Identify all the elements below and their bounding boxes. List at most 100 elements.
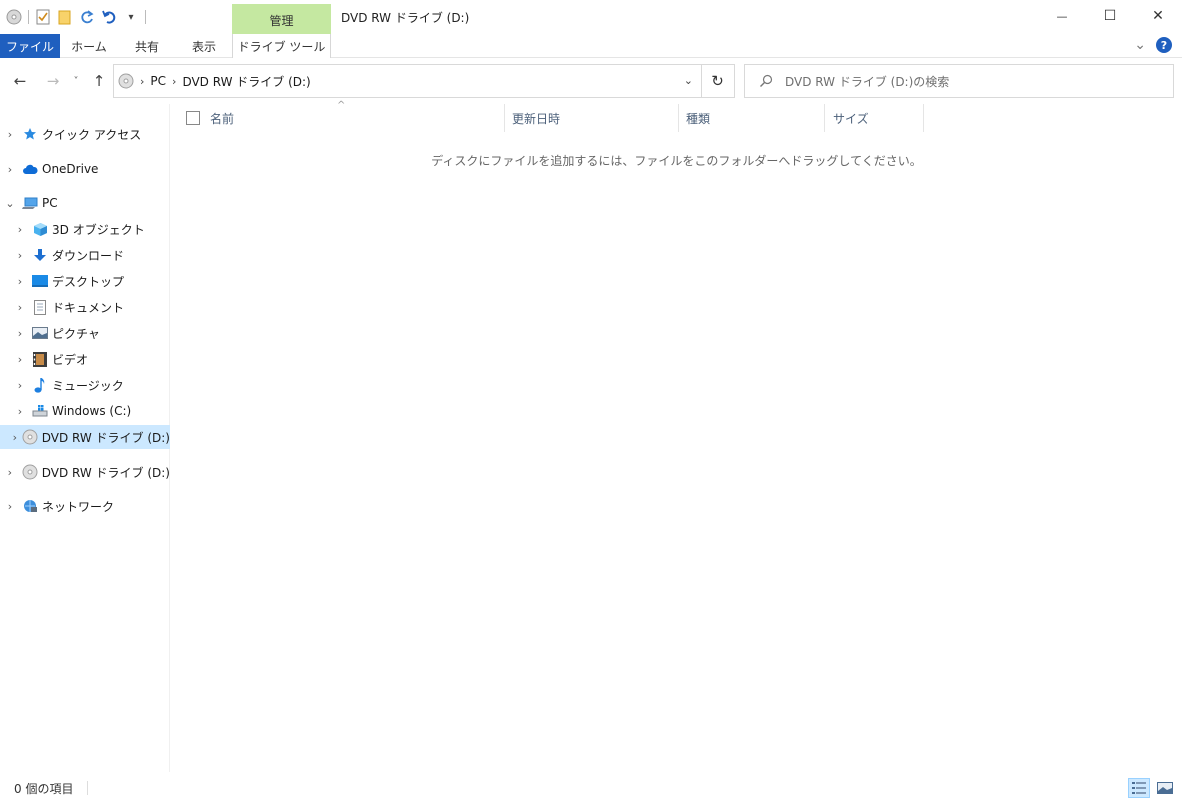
- column-label: 更新日時: [512, 111, 561, 126]
- tab-drive-tools[interactable]: ドライブ ツール: [232, 34, 331, 58]
- column-header-row: 名前 ^ 更新日時 種類 サイズ: [171, 100, 1182, 132]
- video-icon: [32, 351, 48, 367]
- minimize-button[interactable]: —: [1038, 0, 1086, 32]
- expand-chevron-icon[interactable]: ›: [12, 301, 28, 314]
- customize-toolbar-button[interactable]: ▾: [123, 9, 139, 25]
- expand-chevron-icon[interactable]: ›: [12, 275, 28, 288]
- dvd-drive-icon[interactable]: [6, 9, 22, 25]
- status-bar: 0 個の項目: [0, 776, 1182, 800]
- document-icon: [32, 299, 48, 315]
- close-button[interactable]: ✕: [1134, 0, 1182, 32]
- star-icon: [22, 126, 38, 142]
- column-header-name[interactable]: 名前 ^: [171, 100, 505, 132]
- breadcrumb-dvd-drive[interactable]: DVD RW ドライブ (D:): [182, 73, 310, 90]
- large-icons-view-button[interactable]: [1154, 778, 1176, 798]
- expand-chevron-icon[interactable]: ›: [12, 223, 28, 236]
- cube-icon: [32, 221, 48, 237]
- sidebar-item-label: ダウンロード: [52, 248, 125, 263]
- sidebar-item-quick-access[interactable]: › クイック アクセス: [0, 122, 170, 146]
- search-placeholder: DVD RW ドライブ (D:)の検索: [785, 74, 950, 89]
- sidebar-item-desktop[interactable]: › デスクトップ: [0, 269, 170, 293]
- expand-chevron-icon[interactable]: ›: [12, 353, 28, 366]
- sidebar-item-windows-c[interactable]: › Windows (C:): [0, 399, 170, 423]
- tab-file[interactable]: ファイル: [0, 34, 60, 58]
- properties-icon[interactable]: [35, 9, 51, 25]
- redo-icon[interactable]: [79, 9, 95, 25]
- expand-chevron-icon[interactable]: ›: [2, 466, 18, 479]
- status-divider: [87, 781, 89, 795]
- expand-ribbon-icon[interactable]: ⌄: [1134, 37, 1146, 53]
- sort-ascending-icon: ^: [337, 100, 346, 111]
- cloud-icon: [22, 161, 38, 177]
- sidebar-item-label: 3D オブジェクト: [52, 222, 145, 237]
- sidebar-item-onedrive[interactable]: › OneDrive: [0, 157, 170, 181]
- sidebar-item-pc[interactable]: ⌄ PC: [0, 191, 170, 215]
- tab-share[interactable]: 共有: [118, 34, 176, 58]
- sidebar-item-network[interactable]: › ネットワーク: [0, 494, 170, 518]
- sidebar-item-label: DVD RW ドライブ (D:): [41, 430, 170, 445]
- column-label: サイズ: [833, 111, 869, 126]
- breadcrumb-pc[interactable]: PC: [150, 74, 166, 88]
- search-box[interactable]: DVD RW ドライブ (D:)の検索: [744, 64, 1174, 98]
- expand-chevron-icon[interactable]: ›: [12, 379, 28, 392]
- context-tab-group-manage: 管理: [232, 4, 331, 34]
- expand-chevron-icon[interactable]: ›: [2, 500, 18, 513]
- empty-folder-message: ディスクにファイルを追加するには、ファイルをこのフォルダーへドラッグしてください…: [431, 154, 922, 168]
- sidebar-item-documents[interactable]: › ドキュメント: [0, 295, 170, 319]
- item-count: 0 個の項目: [14, 781, 74, 796]
- expand-chevron-icon[interactable]: ›: [12, 405, 28, 418]
- sidebar-item-3d-objects[interactable]: › 3D オブジェクト: [0, 217, 170, 241]
- undo-icon[interactable]: [101, 9, 117, 25]
- help-icon[interactable]: ?: [1156, 37, 1172, 53]
- breadcrumb-chevron-icon[interactable]: ›: [140, 75, 144, 88]
- desktop-icon: [32, 273, 48, 289]
- expand-chevron-icon[interactable]: ›: [12, 327, 28, 340]
- select-all-checkbox[interactable]: [186, 111, 200, 125]
- column-header-date-modified[interactable]: 更新日時: [505, 104, 679, 132]
- sidebar-item-downloads[interactable]: › ダウンロード: [0, 243, 170, 267]
- column-label: 名前: [210, 111, 235, 126]
- view-switcher: [1128, 778, 1176, 798]
- maximize-button[interactable]: ☐: [1086, 0, 1134, 32]
- sidebar-item-dvd-drive-d-selected[interactable]: › DVD RW ドライブ (D:): [0, 425, 170, 449]
- column-divider[interactable]: [923, 104, 924, 132]
- sidebar-item-pictures[interactable]: › ピクチャ: [0, 321, 170, 345]
- expand-chevron-icon[interactable]: ›: [2, 128, 18, 141]
- expand-chevron-icon[interactable]: ›: [12, 249, 28, 262]
- tab-home[interactable]: ホーム: [60, 34, 118, 58]
- refresh-button[interactable]: ↻: [701, 64, 735, 98]
- sidebar-item-music[interactable]: › ミュージック: [0, 373, 170, 397]
- address-row: ← → ˅ ↑ › PC › DVD RW ドライブ (D:) ⌄ ↻ DVD …: [0, 58, 1182, 104]
- sidebar-item-label: ピクチャ: [52, 326, 100, 341]
- window-title: DVD RW ドライブ (D:): [341, 11, 470, 25]
- search-icon: [759, 74, 773, 88]
- quick-access-toolbar: ▾: [6, 7, 146, 27]
- sidebar-item-label: ドキュメント: [52, 300, 125, 315]
- column-header-size[interactable]: サイズ: [825, 104, 924, 132]
- collapse-chevron-icon[interactable]: ⌄: [2, 197, 18, 210]
- ribbon-right-controls: ⌄ ?: [1134, 37, 1172, 53]
- forward-button[interactable]: →: [44, 71, 62, 91]
- expand-chevron-icon[interactable]: ›: [2, 163, 18, 176]
- sidebar-item-label: DVD RW ドライブ (D:): [41, 465, 170, 480]
- tab-view[interactable]: 表示: [176, 34, 232, 58]
- picture-icon: [32, 325, 48, 341]
- details-view-button[interactable]: [1128, 778, 1150, 798]
- download-icon: [32, 247, 48, 263]
- dvd-drive-icon: [22, 464, 38, 480]
- breadcrumb-chevron-icon[interactable]: ›: [172, 75, 176, 88]
- expand-chevron-icon[interactable]: ›: [12, 431, 18, 444]
- sidebar-item-videos[interactable]: › ビデオ: [0, 347, 170, 371]
- back-button[interactable]: ←: [10, 71, 30, 91]
- sidebar-item-label: デスクトップ: [52, 274, 125, 289]
- address-bar[interactable]: › PC › DVD RW ドライブ (D:) ⌄: [113, 64, 702, 98]
- column-header-type[interactable]: 種類: [679, 104, 825, 132]
- new-folder-icon[interactable]: [57, 9, 73, 25]
- up-button[interactable]: ↑: [89, 71, 109, 91]
- file-list[interactable]: 名前 ^ 更新日時 種類 サイズ ディスクにファイルを追加するには、ファイルをこ…: [171, 100, 1182, 772]
- recent-locations-button[interactable]: ˅: [68, 71, 84, 91]
- toolbar-divider: [145, 10, 146, 24]
- sidebar-item-dvd-drive-d[interactable]: › DVD RW ドライブ (D:): [0, 460, 170, 484]
- dvd-drive-icon: [118, 73, 134, 89]
- chevron-down-icon[interactable]: ⌄: [684, 74, 693, 87]
